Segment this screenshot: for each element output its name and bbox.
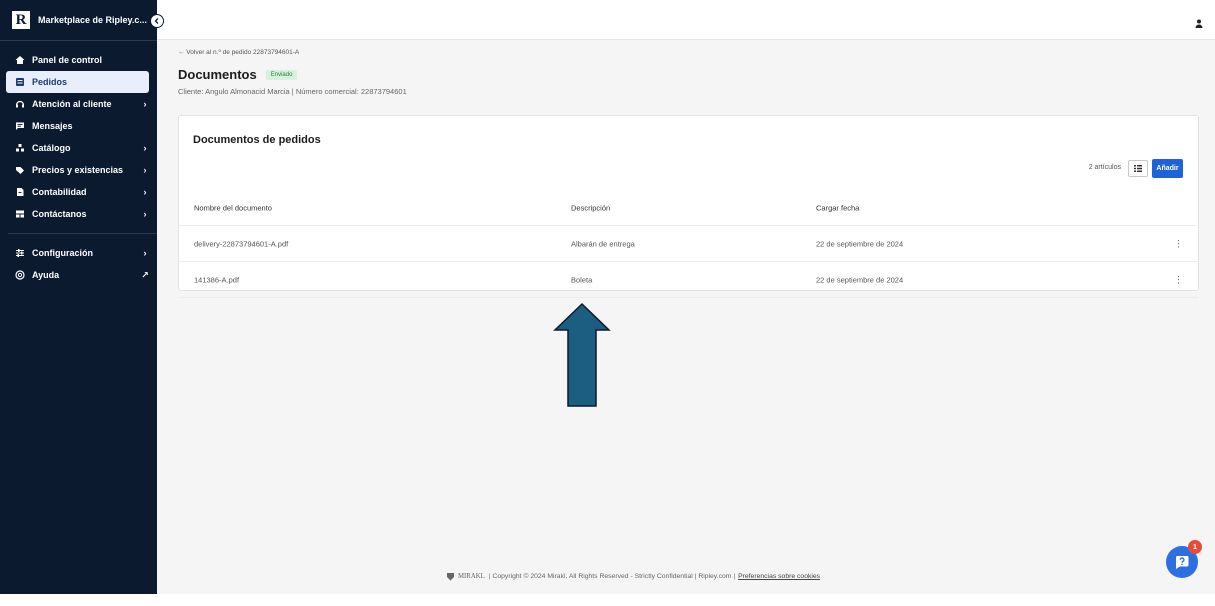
headset-icon <box>14 98 26 110</box>
customer-info: Cliente: Angulo Almonacid Marcia | Númer… <box>178 87 407 96</box>
footer: MIRAKL | Copyright © 2024 Mirakl, All Ri… <box>446 572 820 581</box>
list-view-button[interactable] <box>1128 160 1148 177</box>
item-count: 2 artículos <box>1088 164 1121 171</box>
list-icon <box>1134 165 1142 172</box>
sidebar-item-label: Panel de control <box>32 55 103 65</box>
sidebar-item-mensajes[interactable]: Mensajes <box>0 115 157 137</box>
mirakl-logo-icon <box>447 573 454 581</box>
add-document-button[interactable]: Añadir <box>1152 159 1183 178</box>
sidebar-item-label: Contabilidad <box>32 187 87 197</box>
orders-icon <box>14 76 26 88</box>
title-row: Documentos Enviado <box>178 67 298 82</box>
chevron-right-icon: › <box>143 143 147 153</box>
sidebar-item-label: Mensajes <box>32 121 73 131</box>
brand-name: Marketplace de Ripley.c... <box>38 15 147 25</box>
document-name[interactable]: delivery-22873794601-A.pdf <box>194 239 288 248</box>
sidebar-item-configuracion[interactable]: Configuración › <box>0 242 157 264</box>
cookie-preferences-link[interactable]: Preferencias sobre cookies <box>738 573 820 580</box>
top-bar <box>157 0 1215 40</box>
sidebar-item-label: Ayuda <box>32 270 60 280</box>
mirakl-brand: MIRAKL <box>458 573 485 580</box>
status-badge: Enviado <box>265 69 298 80</box>
message-icon <box>14 120 26 132</box>
document-date: 22 de septiembre de 2024 <box>816 239 904 248</box>
chevron-right-icon: › <box>143 248 147 258</box>
document-name[interactable]: 141386-A.pdf <box>194 275 239 284</box>
sidebar-item-atencion-al-cliente[interactable]: Atención al cliente › <box>0 93 157 115</box>
card-title: Documentos de pedidos <box>193 134 321 146</box>
document-description: Albarán de entrega <box>571 239 635 248</box>
annotation-arrow <box>553 302 611 407</box>
document-date: 22 de septiembre de 2024 <box>816 275 904 284</box>
sidebar-item-precios-y-existencias[interactable]: Precios y existencias › <box>0 159 157 181</box>
table-row[interactable]: delivery-22873794601-A.pdf Albarán de en… <box>179 226 1198 262</box>
sidebar-item-pedidos[interactable]: Pedidos <box>6 71 149 93</box>
row-menu-icon[interactable]: ⋮ <box>1174 239 1183 248</box>
back-to-order-link[interactable]: ← Volver al n.º de pedido 22873794601-A <box>178 49 299 56</box>
sidebar-item-catalogo[interactable]: Catálogo › <box>0 137 157 159</box>
divider <box>0 40 157 41</box>
external-link-icon: ↗ <box>141 269 149 280</box>
ripley-logo: R <box>12 11 30 29</box>
document-description: Boleta <box>571 275 593 284</box>
help-icon <box>14 269 26 281</box>
tag-icon <box>14 164 26 176</box>
help-chat-button[interactable]: 1 <box>1166 540 1202 578</box>
column-header-name[interactable]: Nombre del documento <box>194 204 272 213</box>
chevron-right-icon: › <box>143 165 147 175</box>
sidebar-item-label: Atención al cliente <box>32 99 112 109</box>
settings-icon <box>14 247 26 259</box>
divider <box>8 233 157 234</box>
documents-card: Documentos de pedidos 2 artículos Añadir… <box>178 115 1199 298</box>
sidebar-item-label: Configuración <box>32 248 93 258</box>
notification-badge: 1 <box>1188 540 1202 554</box>
chevron-right-icon: › <box>143 187 147 197</box>
sidebar-item-label: Catálogo <box>32 143 71 153</box>
chevron-right-icon: › <box>143 99 147 109</box>
home-icon <box>14 54 26 66</box>
page-title: Documentos <box>178 67 257 82</box>
table-row[interactable]: 141386-A.pdf Boleta 22 de septiembre de … <box>179 262 1198 298</box>
column-header-description[interactable]: Descripción <box>571 204 610 213</box>
main-content: ← Volver al n.º de pedido 22873794601-A … <box>157 40 1215 594</box>
sidebar-item-contactanos[interactable]: Contáctanos › <box>0 203 157 225</box>
chat-help-icon <box>1175 556 1189 569</box>
brand-header[interactable]: R Marketplace de Ripley.c... <box>0 0 164 40</box>
sidebar: R Marketplace de Ripley.c... Panel de co… <box>0 0 164 594</box>
copyright-text: | Copyright © 2024 Mirakl, All Rights Re… <box>488 573 736 580</box>
chevron-right-icon: › <box>143 209 147 219</box>
documents-table: Nombre del documento Descripción Cargar … <box>179 191 1198 298</box>
sidebar-item-contabilidad[interactable]: Contabilidad › <box>0 181 157 203</box>
sidebar-item-label: Contáctanos <box>32 209 87 219</box>
sidebar-item-label: Precios y existencias <box>32 165 124 175</box>
contact-icon <box>14 208 26 220</box>
sidebar-item-panel-de-control[interactable]: Panel de control <box>0 49 157 71</box>
sidebar-item-label: Pedidos <box>32 77 68 87</box>
sidebar-item-ayuda[interactable]: Ayuda ↗ <box>0 264 157 286</box>
column-header-date[interactable]: Cargar fecha <box>816 204 859 213</box>
user-icon[interactable] <box>1195 15 1203 33</box>
row-menu-icon[interactable]: ⋮ <box>1174 275 1183 284</box>
accounting-icon <box>14 186 26 198</box>
catalog-icon <box>14 142 26 154</box>
table-header: Nombre del documento Descripción Cargar … <box>179 191 1198 226</box>
